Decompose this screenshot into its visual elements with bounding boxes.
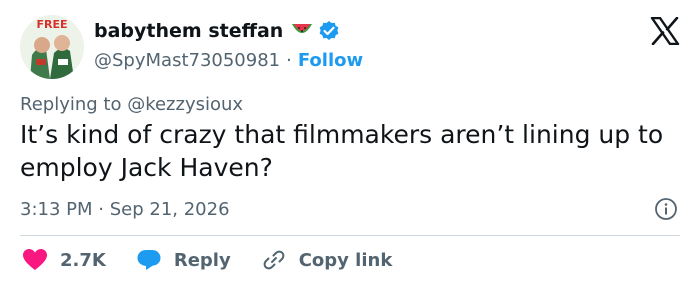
reply-button[interactable]: Reply — [136, 248, 231, 272]
reply-bubble-icon — [137, 250, 161, 270]
info-icon[interactable] — [654, 197, 678, 221]
author-name[interactable]: babythem steffan — [94, 20, 283, 42]
avatar[interactable]: FREE — [20, 15, 84, 79]
verified-badge-icon[interactable] — [318, 20, 340, 42]
tweet-text: It’s kind of crazy that filmmakers aren’… — [20, 120, 664, 182]
divider — [20, 235, 680, 236]
separator-dot: · — [286, 49, 292, 71]
like-button[interactable]: 2.7K — [22, 248, 106, 272]
reply-label: Reply — [173, 249, 231, 271]
heart-icon — [23, 249, 47, 270]
watermelon-icon — [292, 24, 313, 33]
tweet-timestamp[interactable]: 3:13 PM · Sep 21, 2026 — [20, 197, 230, 223]
replying-to-label[interactable]: Replying to @kezzysioux — [20, 93, 243, 117]
meta-separator: · — [98, 199, 104, 220]
tweet-time: 3:13 PM — [20, 199, 93, 220]
avatar-ring-text: FREE — [36, 18, 67, 31]
like-count: 2.7K — [60, 249, 106, 271]
x-logo-icon[interactable] — [650, 17, 680, 45]
link-icon — [263, 250, 285, 270]
follow-button[interactable]: Follow — [298, 50, 363, 71]
author-handle[interactable]: @SpyMast73050981 — [94, 50, 280, 71]
copy-link-label: Copy link — [298, 249, 393, 271]
copy-link-button[interactable]: Copy link — [261, 248, 393, 272]
tweet-date: Sep 21, 2026 — [109, 199, 230, 220]
